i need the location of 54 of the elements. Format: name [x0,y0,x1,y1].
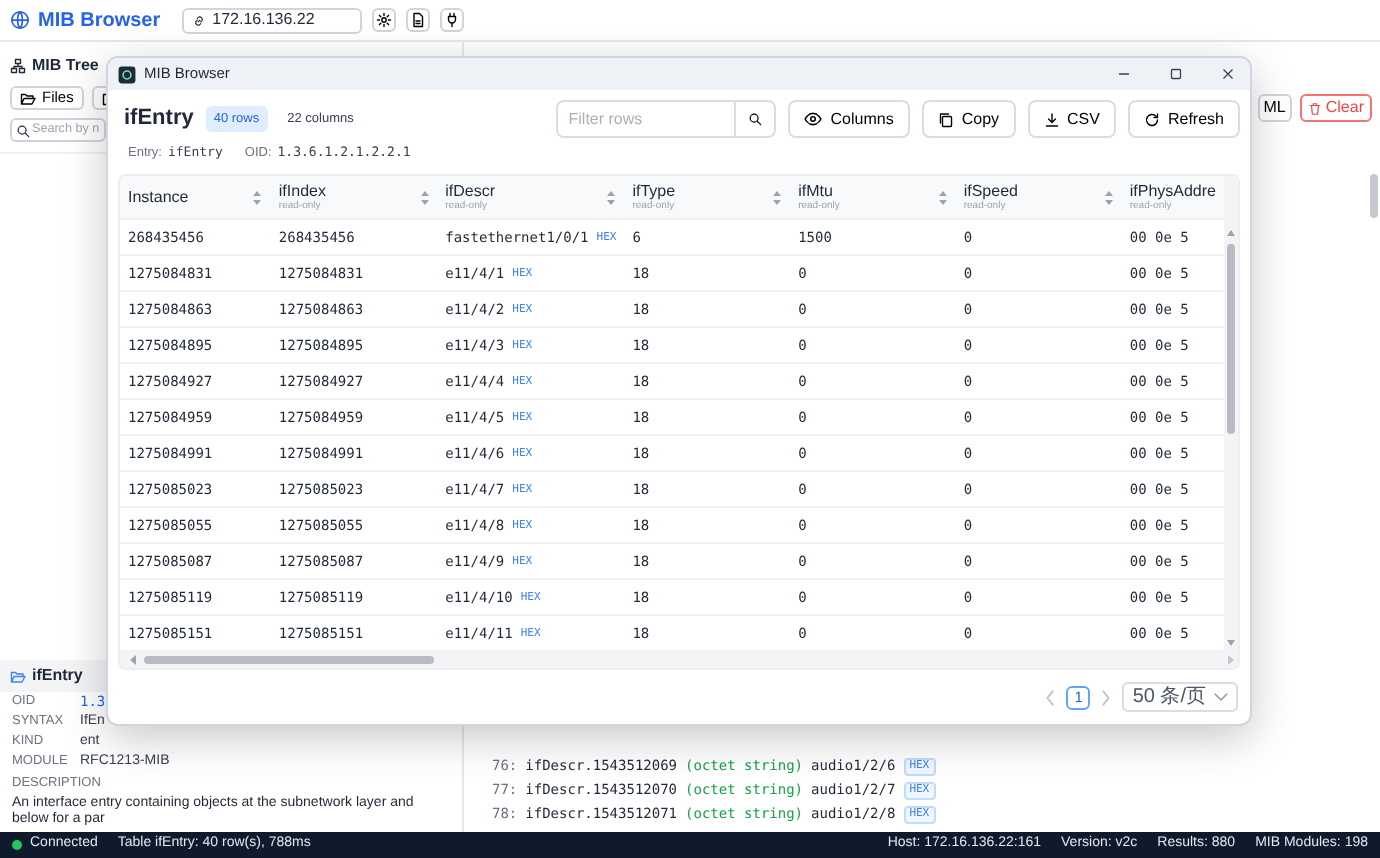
column-name: ifPhysAddre [1129,182,1216,200]
sort-icon [252,189,263,205]
clear-button[interactable]: Clear [1299,94,1372,122]
columns-button[interactable]: Columns [788,100,910,138]
folder-open-icon [10,669,26,684]
table-title: ifEntry [124,104,194,135]
maximize-icon [1168,66,1184,82]
trash-icon [1307,101,1322,115]
caret-icon [1214,692,1228,703]
tree-icon [10,58,26,74]
csv-button[interactable]: CSV [1027,100,1116,138]
address-field[interactable]: 172.16.136.22 [182,7,363,33]
column-name: ifIndex [278,182,326,200]
document-button[interactable] [406,8,431,32]
column-header[interactable]: Instance [120,175,271,220]
column-name: Instance [128,188,189,206]
filter-field[interactable]: Filter rows [556,100,737,138]
column-name: ifMtu [798,182,835,200]
settings-button[interactable] [372,8,397,32]
folder-open-icon [20,91,36,105]
copy-button[interactable]: Copy [921,100,1016,138]
sort-icon [419,189,430,205]
sort-icon [1103,189,1114,205]
download-icon [1043,111,1060,127]
horizontal-scrollbar[interactable] [120,652,1238,669]
search-icon [748,112,763,126]
document-icon [410,12,427,28]
scrollbar[interactable] [1370,174,1378,218]
close-icon [1220,66,1236,82]
column-name: ifDescr [445,182,496,200]
connect-button[interactable] [440,8,465,32]
globe-icon [10,10,30,30]
plug-icon [444,12,461,28]
chevron-left-icon [1044,689,1057,706]
export-button[interactable]: ML [1257,94,1292,122]
panel-title: MIB Tree [32,54,99,78]
refresh-button[interactable]: Refresh [1127,100,1240,138]
column-name: ifType [632,182,676,200]
sort-icon [937,189,948,205]
search-button[interactable] [736,100,777,138]
copy-icon [937,111,954,127]
vertical-scrollbar[interactable] [1224,175,1238,652]
refresh-icon [1143,111,1160,127]
details-title: ifEntry [32,664,83,689]
eye-icon [804,110,823,128]
app-icon [118,65,136,83]
link-icon [192,13,207,27]
sort-icon [772,189,783,205]
sort-icon [606,189,617,205]
page-size-select[interactable]: 50 条/页 [1122,682,1238,713]
chevron-right-icon [1100,689,1113,706]
search-icon [16,123,30,137]
column-name: ifSpeed [963,182,1018,200]
app-title: MIB Browser [38,7,161,35]
